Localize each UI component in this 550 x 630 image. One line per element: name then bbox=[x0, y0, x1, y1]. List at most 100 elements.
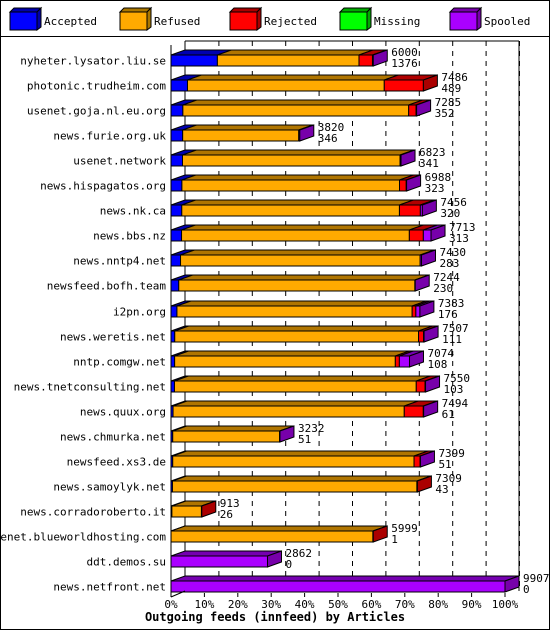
category-label: news.weretis.net bbox=[60, 331, 166, 344]
legend-swatch-spooled bbox=[449, 11, 478, 31]
category-label: news.furie.org.uk bbox=[53, 130, 166, 143]
bar-segment-top-refused bbox=[172, 400, 419, 407]
bar-segment-rejected bbox=[398, 204, 421, 217]
legend-swatch-top-refused bbox=[118, 7, 153, 13]
category-label: news.netfront.net bbox=[53, 581, 166, 594]
bar-segment-accepted bbox=[170, 254, 182, 267]
bar-segment-top-refused bbox=[172, 475, 432, 482]
bar-segment-refused bbox=[172, 405, 405, 418]
category-label: nntp.comgw.net bbox=[73, 356, 166, 369]
bar-segment-accepted bbox=[170, 305, 178, 318]
accepted-label: 489 bbox=[441, 82, 461, 95]
bar-segment-spooled bbox=[398, 355, 410, 368]
category-label: newsfeed.xs3.de bbox=[67, 456, 166, 469]
bar-segment-spooled bbox=[415, 305, 421, 318]
bar-segment-top-refused bbox=[174, 325, 433, 332]
bar-segment-refused bbox=[173, 380, 417, 393]
category-label: news.chmurka.net bbox=[60, 431, 166, 444]
legend-swatch-top-spooled bbox=[448, 7, 483, 13]
bar-segment-refused bbox=[181, 154, 401, 167]
x-axis-label: Outgoing feeds (innfeed) by Articles bbox=[145, 610, 405, 624]
legend-label-refused: Refused bbox=[154, 15, 200, 28]
category-label: usenet.goja.nl.eu.org bbox=[27, 105, 166, 118]
bar-segment-accepted bbox=[170, 79, 188, 92]
accepted-label: 61 bbox=[442, 408, 455, 421]
accepted-label: 176 bbox=[438, 308, 458, 321]
category-label: news.bbs.nz bbox=[93, 230, 166, 243]
x-tick-label: 100% bbox=[492, 598, 519, 611]
bar-segment-spooled bbox=[170, 580, 506, 593]
accepted-label: 230 bbox=[433, 282, 453, 295]
bar-segment-top-refused bbox=[187, 74, 399, 81]
bar-segment-refused bbox=[174, 355, 396, 368]
legend-swatch-refused bbox=[119, 11, 148, 31]
bar-segment-top-refused bbox=[182, 99, 423, 106]
legend-swatch-missing bbox=[339, 11, 368, 31]
bar-segment-top-refused bbox=[176, 300, 427, 307]
category-label: newsfeed.bofh.team bbox=[47, 280, 167, 293]
bar-segment-refused bbox=[171, 480, 418, 493]
category-label: news.nk.ca bbox=[100, 205, 166, 218]
bar-segment-refused bbox=[216, 54, 360, 67]
bar-segment-rejected bbox=[358, 54, 373, 67]
accepted-label: 51 bbox=[298, 433, 311, 446]
accepted-label: 320 bbox=[440, 207, 460, 220]
bar-segment-refused bbox=[182, 104, 410, 117]
bar-segment-top-refused bbox=[182, 149, 415, 156]
bar-segment-accepted bbox=[170, 330, 176, 343]
bar-segment-top-refused bbox=[181, 174, 414, 181]
bar-segment-top-refused bbox=[181, 199, 414, 206]
accepted-label: 352 bbox=[435, 107, 455, 120]
legend-swatch-top-rejected bbox=[228, 7, 263, 13]
bar-segment-accepted bbox=[170, 154, 183, 167]
bar-segment-refused bbox=[178, 279, 416, 292]
accepted-label: 323 bbox=[425, 182, 445, 195]
accepted-label: 346 bbox=[318, 132, 338, 145]
category-label: news.samoylyk.net bbox=[53, 481, 166, 494]
bar-segment-accepted bbox=[170, 129, 184, 142]
category-label: news.tnetconsulting.net bbox=[14, 381, 166, 394]
category-label: news.hispagatos.org bbox=[40, 180, 166, 193]
bar-segment-refused bbox=[170, 530, 374, 543]
category-label: nyheter.lysator.liu.se bbox=[20, 55, 166, 68]
bar-segment-spooled bbox=[422, 229, 432, 242]
bar-segment-rejected bbox=[411, 305, 417, 318]
legend-swatch-side-spooled bbox=[476, 6, 482, 31]
category-label: i2pn.org bbox=[113, 306, 166, 319]
legend-label-accepted: Accepted bbox=[44, 15, 97, 28]
bar-segment-accepted bbox=[170, 204, 183, 217]
bar-segment-top-refused bbox=[174, 350, 410, 357]
bar-segment-top-refused bbox=[180, 249, 435, 256]
bar-segment-refused bbox=[171, 505, 202, 518]
legend-swatch-side-refused bbox=[146, 6, 152, 31]
x-tick-label: 80% bbox=[428, 598, 448, 611]
accepted-label: 0 bbox=[285, 558, 292, 571]
accepted-label: 103 bbox=[444, 383, 464, 396]
bar-segment-refused bbox=[176, 305, 413, 318]
accepted-label: 111 bbox=[442, 333, 462, 346]
bar-segment-refused bbox=[186, 79, 385, 92]
accepted-label: 26 bbox=[220, 508, 233, 521]
bar-segment-accepted bbox=[170, 229, 183, 242]
bar-segment-top-refused bbox=[172, 450, 429, 457]
chart: Accepted Refused Rejected Missing Spooled ny… bbox=[0, 0, 550, 630]
legend-swatch-accepted bbox=[9, 11, 38, 31]
legend-label-missing: Missing bbox=[374, 15, 420, 28]
bar-segment-top-refused bbox=[172, 425, 294, 432]
bar-segment-accepted bbox=[170, 279, 180, 292]
accepted-label: 313 bbox=[449, 232, 469, 245]
accepted-label: 43 bbox=[435, 483, 448, 496]
bar-segment-refused bbox=[181, 179, 401, 192]
chart-svg: Accepted Refused Rejected Missing Spooled ny… bbox=[0, 0, 550, 630]
bar-segment-rejected bbox=[408, 104, 417, 117]
accepted-label: 341 bbox=[419, 157, 439, 170]
bar-segment-top-refused bbox=[174, 375, 431, 382]
bar-segment-accepted bbox=[170, 179, 183, 192]
bar-segment-spooled bbox=[170, 555, 268, 568]
accepted-label: 0 bbox=[523, 583, 530, 596]
bar-segment-rejected bbox=[383, 79, 424, 92]
bar-segment-top-refused bbox=[217, 49, 374, 56]
accepted-label: 51 bbox=[438, 458, 451, 471]
bar-segment-rejected bbox=[413, 455, 421, 468]
category-label: news.quux.org bbox=[80, 406, 166, 419]
